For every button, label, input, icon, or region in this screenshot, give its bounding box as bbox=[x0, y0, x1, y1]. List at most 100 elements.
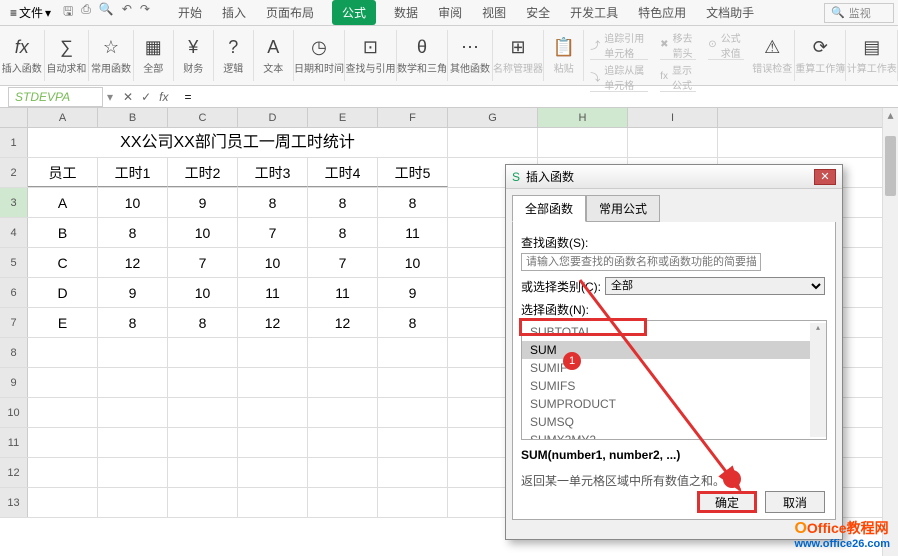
cell[interactable]: 10 bbox=[378, 248, 448, 277]
cell[interactable] bbox=[378, 338, 448, 367]
print-icon[interactable]: ⎙ bbox=[81, 2, 91, 23]
cell[interactable]: 11 bbox=[308, 278, 378, 307]
ribbon-other[interactable]: ⋯其他函数 bbox=[448, 30, 493, 81]
tab-dev[interactable]: 开发工具 bbox=[568, 0, 620, 25]
row-header[interactable]: 11 bbox=[0, 428, 28, 457]
cell[interactable]: 10 bbox=[168, 278, 238, 307]
cell[interactable]: 9 bbox=[168, 188, 238, 217]
cell[interactable]: 7 bbox=[308, 248, 378, 277]
cell[interactable] bbox=[98, 398, 168, 427]
cell[interactable] bbox=[28, 368, 98, 397]
cell[interactable] bbox=[168, 398, 238, 427]
tab-review[interactable]: 审阅 bbox=[436, 0, 464, 25]
cell[interactable]: 12 bbox=[98, 248, 168, 277]
ribbon-lookup[interactable]: ⊡查找与引用 bbox=[345, 30, 396, 81]
cell[interactable]: A bbox=[28, 188, 98, 217]
cell[interactable] bbox=[308, 368, 378, 397]
title-cell[interactable]: XX公司XX部门员工一周工时统计 bbox=[28, 128, 448, 157]
select-all-corner[interactable] bbox=[0, 108, 28, 127]
tab-home[interactable]: 开始 bbox=[176, 0, 204, 25]
col-D[interactable]: D bbox=[238, 108, 308, 127]
cell[interactable]: 8 bbox=[238, 188, 308, 217]
tab-special[interactable]: 特色应用 bbox=[636, 0, 688, 25]
cell[interactable] bbox=[98, 338, 168, 367]
ribbon-datetime[interactable]: ◷日期和时间 bbox=[294, 30, 345, 81]
col-B[interactable]: B bbox=[98, 108, 168, 127]
cell[interactable] bbox=[308, 488, 378, 517]
cell[interactable] bbox=[28, 488, 98, 517]
remove-arrows[interactable]: ✖ 移去箭头 bbox=[660, 30, 696, 60]
cell[interactable]: 8 bbox=[308, 188, 378, 217]
cell[interactable] bbox=[28, 458, 98, 487]
col-F[interactable]: F bbox=[378, 108, 448, 127]
ok-button[interactable]: 确定 bbox=[697, 491, 757, 513]
cell[interactable] bbox=[238, 428, 308, 457]
cell[interactable]: 8 bbox=[98, 218, 168, 247]
cancel-icon[interactable]: ✕ bbox=[123, 90, 133, 104]
function-list[interactable]: SUBTOTAL SUM SUMIF SUMIFS SUMPRODUCT SUM… bbox=[521, 320, 827, 440]
func-item[interactable]: SUMIFS bbox=[522, 377, 810, 395]
cell[interactable] bbox=[538, 128, 628, 157]
ribbon-all[interactable]: ▦全部 bbox=[134, 30, 174, 81]
tab-dochelper[interactable]: 文档助手 bbox=[704, 0, 756, 25]
row-header-1[interactable]: 1 bbox=[0, 128, 28, 157]
fx-icon[interactable]: fx bbox=[159, 90, 168, 104]
cell[interactable] bbox=[168, 488, 238, 517]
cell[interactable]: 7 bbox=[238, 218, 308, 247]
cell[interactable] bbox=[238, 368, 308, 397]
cell[interactable] bbox=[628, 128, 718, 157]
tab-common-formulas[interactable]: 常用公式 bbox=[586, 195, 660, 222]
cell[interactable] bbox=[28, 398, 98, 427]
ribbon-finance[interactable]: ¥财务 bbox=[174, 30, 214, 81]
col-A[interactable]: A bbox=[28, 108, 98, 127]
func-item[interactable]: SUMSQ bbox=[522, 413, 810, 431]
ribbon-insert-function[interactable]: fx插入函数 bbox=[0, 30, 45, 81]
header-cell[interactable]: 工时1 bbox=[98, 158, 168, 187]
cell[interactable] bbox=[308, 398, 378, 427]
tab-layout[interactable]: 页面布局 bbox=[264, 0, 316, 25]
func-item[interactable]: SUMPRODUCT bbox=[522, 395, 810, 413]
file-menu[interactable]: ≡ 文件 ▾ bbox=[4, 2, 57, 23]
ribbon-paste[interactable]: 📋粘贴 bbox=[544, 30, 584, 81]
cell[interactable] bbox=[28, 428, 98, 457]
cell[interactable]: B bbox=[28, 218, 98, 247]
vertical-scrollbar[interactable]: ▴ bbox=[882, 108, 898, 556]
name-box[interactable]: STDEVPA bbox=[8, 87, 103, 107]
cell[interactable]: 11 bbox=[378, 218, 448, 247]
formula-input[interactable]: = bbox=[179, 88, 898, 106]
ribbon-calc-sheet[interactable]: ▤计算工作表 bbox=[846, 30, 897, 81]
header-cell[interactable]: 工时2 bbox=[168, 158, 238, 187]
ribbon-recalc[interactable]: ⟳重算工作簿 bbox=[795, 30, 846, 81]
row-header[interactable]: 9 bbox=[0, 368, 28, 397]
cell[interactable]: D bbox=[28, 278, 98, 307]
cell[interactable]: 11 bbox=[238, 278, 308, 307]
cell[interactable]: 7 bbox=[168, 248, 238, 277]
col-H[interactable]: H bbox=[538, 108, 628, 127]
tab-data[interactable]: 数据 bbox=[392, 0, 420, 25]
undo-icon[interactable]: ↶ bbox=[122, 2, 132, 23]
col-I[interactable]: I bbox=[628, 108, 718, 127]
scroll-up-icon[interactable]: ▴ bbox=[883, 108, 898, 122]
ribbon-text[interactable]: A文本 bbox=[254, 30, 294, 81]
ribbon-math[interactable]: θ数学和三角 bbox=[397, 30, 448, 81]
accept-icon[interactable]: ✓ bbox=[141, 90, 151, 104]
row-header[interactable]: 5 bbox=[0, 248, 28, 277]
cell[interactable] bbox=[168, 368, 238, 397]
row-header[interactable]: 8 bbox=[0, 338, 28, 367]
row-header-2[interactable]: 2 bbox=[0, 158, 28, 187]
col-C[interactable]: C bbox=[168, 108, 238, 127]
cancel-button[interactable]: 取消 bbox=[765, 491, 825, 513]
tab-security[interactable]: 安全 bbox=[524, 0, 552, 25]
row-header[interactable]: 10 bbox=[0, 398, 28, 427]
cell[interactable] bbox=[378, 428, 448, 457]
col-E[interactable]: E bbox=[308, 108, 378, 127]
cell[interactable]: 8 bbox=[308, 218, 378, 247]
cell[interactable] bbox=[378, 488, 448, 517]
cell[interactable] bbox=[308, 458, 378, 487]
ribbon-common[interactable]: ☆常用函数 bbox=[89, 30, 134, 81]
cell[interactable] bbox=[238, 398, 308, 427]
row-header[interactable]: 4 bbox=[0, 218, 28, 247]
row-header[interactable]: 13 bbox=[0, 488, 28, 517]
cell[interactable] bbox=[238, 458, 308, 487]
tab-view[interactable]: 视图 bbox=[480, 0, 508, 25]
